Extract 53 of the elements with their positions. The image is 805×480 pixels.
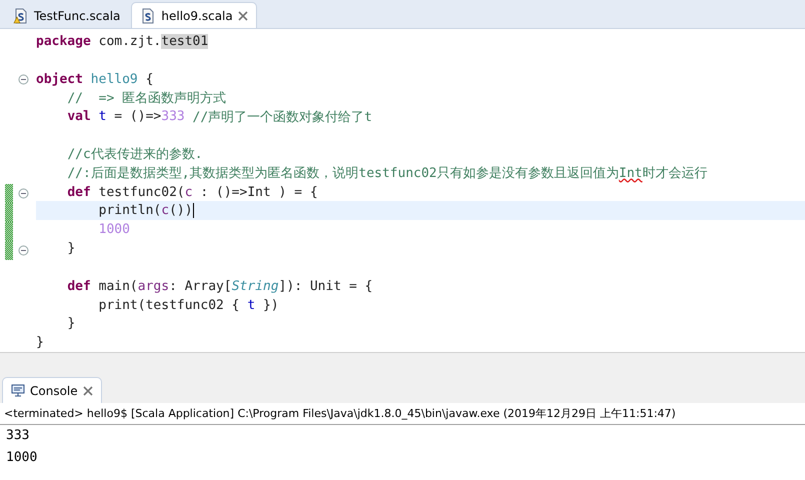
code-token: : Array[ — [169, 278, 232, 294]
editor-tab[interactable]: TestFunc.scala — [4, 2, 130, 28]
code-token: test01 — [161, 34, 208, 49]
code-token: ()) — [169, 203, 193, 218]
tab-label: TestFunc.scala — [34, 8, 120, 22]
close-icon[interactable] — [238, 10, 248, 20]
code-token: hello9 — [90, 72, 138, 87]
code-token: package — [36, 34, 91, 49]
code-token: Int — [618, 166, 642, 181]
fold-icon[interactable] — [18, 74, 29, 85]
code-token: { — [144, 72, 154, 87]
monitor-icon — [11, 384, 25, 397]
code-token: : ()=>Int ) = { — [199, 184, 318, 200]
console-output: 1000 — [5, 449, 38, 467]
code-token: String — [232, 278, 279, 294]
code-token: 1000 — [98, 222, 130, 238]
code-token: val — [67, 109, 91, 124]
code-token: println( — [98, 203, 162, 218]
code-token: }) — [262, 298, 279, 312]
code-token: t — [98, 109, 106, 124]
fold-icon[interactable] — [18, 188, 29, 199]
console-status: <terminated> hello9$ [Scala Application] C:\Program Files\Java\jdk1.8.0_45\bin\javaw.exe (2019年12月29日 上午11:51:47) — [0, 403, 805, 425]
code-token: c — [161, 203, 170, 218]
code-token: com.zjt. — [98, 34, 162, 49]
code-token: ]): Unit = { — [278, 278, 373, 294]
tab-label: hello9.scala — [161, 8, 233, 22]
code-token: args — [138, 278, 170, 294]
tab-label: Console — [30, 384, 78, 398]
code-token: //c代表传进来的参数. — [67, 146, 203, 164]
code-token: } — [67, 241, 76, 256]
console-output: 333 — [5, 427, 30, 445]
close-icon[interactable] — [82, 386, 93, 396]
text-caret — [192, 203, 194, 218]
code-token: //:后面是数据类型,其数据类型为匿名函数，说明testfunc02只有如参是没有参数且返回值为 — [67, 165, 619, 182]
code-token: c — [184, 184, 193, 200]
code-token: //声明了一个函数对象付给了t — [192, 108, 372, 126]
code-token: print(testfunc02 { — [98, 298, 241, 312]
code-token: } — [67, 316, 76, 332]
fold-icon[interactable] — [18, 245, 29, 256]
code-token: = ()=> — [113, 109, 162, 124]
code-token: // => 匿名函数声明方式 — [67, 90, 226, 107]
code-token: def — [67, 184, 91, 200]
code-token: testfunc02( — [98, 184, 185, 200]
console-tab[interactable]: Console — [2, 377, 102, 403]
code-token: } — [36, 335, 44, 350]
code-token: 333 — [161, 109, 185, 124]
code-token: def — [67, 278, 91, 294]
code-token: t — [247, 298, 256, 312]
editor-tab[interactable]: hello9.scala — [131, 2, 257, 28]
code-token: main( — [98, 278, 138, 294]
code-token: 时才会运行 — [642, 165, 708, 182]
file-icon — [140, 8, 156, 24]
code-token: object — [36, 72, 83, 87]
